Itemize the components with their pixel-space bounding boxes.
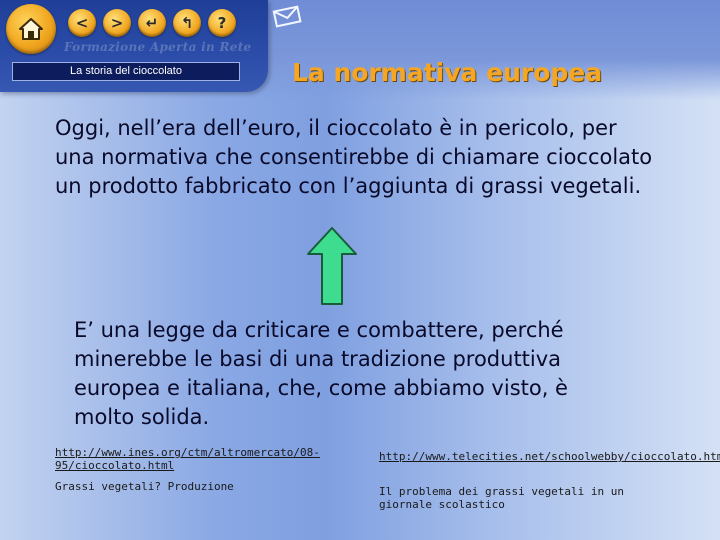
paragraph-intro: Oggi, nell’era dell’euro, il cioccolato … xyxy=(55,116,653,198)
forward-icon: > xyxy=(110,14,124,32)
home-icon xyxy=(19,18,43,40)
envelope-icon[interactable] xyxy=(272,4,302,28)
up-button[interactable]: ↰ xyxy=(173,9,201,37)
link-ines-text[interactable]: http://www.ines.org/ctm/altromercato/08-… xyxy=(55,446,320,472)
paragraph-critique: E’ una legge da criticare e combattere, … xyxy=(74,318,568,429)
link-telecities[interactable]: http://www.telecities.net/schoolwebby/ci… xyxy=(379,450,720,463)
home-button[interactable] xyxy=(6,4,56,54)
back-icon: < xyxy=(75,14,89,32)
up-icon: ↰ xyxy=(180,14,194,32)
navigation-panel: < > ↵ ↰ ? Formazione Aperta in Rete La s… xyxy=(0,0,268,92)
return-icon: ↵ xyxy=(145,14,159,32)
page-title: La normativa europea xyxy=(292,58,603,87)
note-giornale-scolastico: Il problema dei grassi vegetali in un gi… xyxy=(379,485,625,511)
section-label: La storia del cioccolato xyxy=(12,62,240,81)
link-telecities-text[interactable]: http://www.telecities.net/schoolwebby/ci… xyxy=(379,450,720,463)
back-button[interactable]: < xyxy=(68,9,96,37)
help-button[interactable]: ? xyxy=(208,9,236,37)
link-ines[interactable]: http://www.ines.org/ctm/altromercato/08-… xyxy=(55,446,345,472)
up-arrow-icon xyxy=(307,227,357,305)
help-icon: ? xyxy=(217,14,227,32)
forward-button[interactable]: > xyxy=(103,9,131,37)
note-grassi-produzione: Grassi vegetali? Produzione xyxy=(55,480,234,493)
brand-label: Formazione Aperta in Rete xyxy=(64,40,252,54)
return-button[interactable]: ↵ xyxy=(138,9,166,37)
